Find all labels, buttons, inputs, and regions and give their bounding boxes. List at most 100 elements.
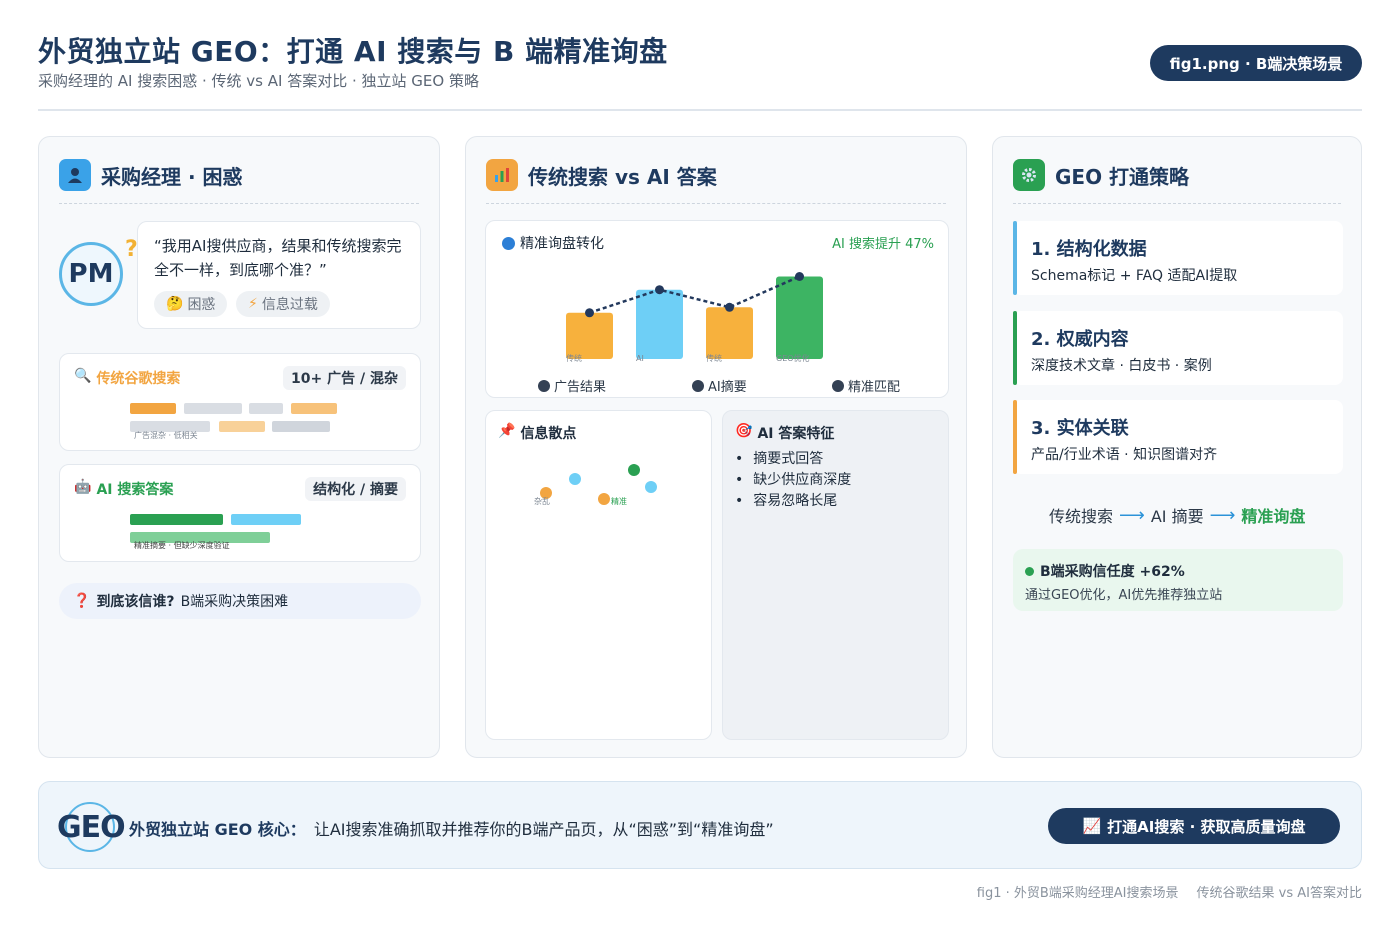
structured-tag: 结构化 / 摘要 <box>305 477 406 501</box>
divider <box>1013 203 1341 204</box>
chart-bar <box>636 289 683 359</box>
legend-label: AI摘要 <box>708 380 747 395</box>
scatter-dot <box>598 493 610 505</box>
strategy-step-entity-linking: 3. 实体关联 产品/行业术语 · 知识图谱对齐 <box>1013 400 1343 474</box>
step-desc: 产品/行业术语 · 知识图谱对齐 <box>1031 447 1218 463</box>
page-title: 外贸独立站 GEO：打通 AI 搜索与 B 端精准询盘 <box>38 35 668 68</box>
box-title-text: 信息散点 <box>520 426 577 442</box>
scatter-dot <box>569 473 581 485</box>
search-flow: 传统搜索 ⟶ AI 摘要 ⟶ 精准询盘 <box>1049 503 1305 527</box>
chart-bar <box>776 276 823 359</box>
question-icon: ❓ <box>73 593 91 609</box>
trust-highlight: B端采购信任度 +62% 通过GEO优化，AI优先推荐独立站 <box>1013 549 1343 611</box>
get-inquiries-button[interactable]: 📈 打通AI搜索 · 获取高质量询盘 <box>1048 808 1340 844</box>
search-comparison-card: 传统搜索 vs AI 答案 精准询盘转化 AI 搜索提升 47% 传统 AI 传统 G… <box>465 136 967 758</box>
ai-features-title: 🎯 AI 答案特征 <box>735 423 834 443</box>
target-icon: 🎯 <box>735 423 753 439</box>
ai-answer-box: 🤖 AI 搜索答案 结构化 / 摘要 精准摘要 · 但缺少深度验证 <box>59 464 421 562</box>
who-to-trust-banner: ❓ 到底该信谁? B端采购决策困难 <box>59 583 421 619</box>
trend-point <box>655 285 664 295</box>
legend-dot <box>692 379 704 392</box>
summary-bar <box>231 514 301 525</box>
card-title: GEO 打通策略 <box>1055 164 1190 189</box>
arrow-right-icon: ⟶ <box>1119 504 1145 526</box>
info-scatter-title: 📌 信息散点 <box>498 423 576 443</box>
caption-right: 传统谷歌结果 vs AI答案对比 <box>1196 886 1362 901</box>
legend-ai-summary: AI摘要 <box>692 376 747 395</box>
card-header: GEO 打通策略 <box>1013 159 1189 191</box>
step-title: 1. 结构化数据 <box>1031 239 1147 260</box>
chart-bar <box>706 307 753 359</box>
box-title-text: AI 答案特征 <box>757 426 835 442</box>
trend-point <box>585 308 594 318</box>
figure-badge: fig1.png · B端决策场景 <box>1150 45 1362 81</box>
question-bold: 到底该信谁? <box>96 594 175 610</box>
arrow-right-icon: ⟶ <box>1209 504 1236 526</box>
quote-text: “我用AI搜供应商，结果和传统搜索完全不一样，到底哪个准？” <box>154 237 402 279</box>
summary-bar <box>130 514 223 525</box>
step-accent <box>1013 311 1017 385</box>
ai-features-list: 摘要式回答 缺少供应商深度 容易忽略长尾 <box>735 449 851 512</box>
legend-label: 广告结果 <box>554 380 607 395</box>
ai-features-box: 🎯 AI 答案特征 摘要式回答 缺少供应商深度 容易忽略长尾 <box>722 410 949 740</box>
trend-up-icon: 📈 <box>1082 817 1102 835</box>
header-divider <box>38 109 1362 111</box>
trend-point <box>795 272 804 281</box>
legend-ads: 广告结果 <box>538 376 606 395</box>
person-icon <box>59 159 91 191</box>
ad-bar <box>219 421 265 432</box>
question-text: B端采购决策困难 <box>180 594 289 610</box>
card-header: 采购经理 · 困惑 <box>59 159 243 191</box>
traditional-search-title: 🔍 传统谷歌搜索 <box>74 368 180 388</box>
card-header: 传统搜索 vs AI 答案 <box>486 159 717 191</box>
confused-chip: 🤔 困惑 <box>154 291 228 317</box>
lightning-icon: ⚡ <box>248 296 258 312</box>
list-item: 容易忽略长尾 <box>735 491 851 512</box>
overload-chip: ⚡ 信息过载 <box>236 291 330 317</box>
figure-caption: fig1 · 外贸B端采购经理AI搜索场景 传统谷歌结果 vs AI答案对比 <box>977 882 1362 901</box>
scatter-label-precise: 精准 <box>611 497 627 506</box>
category-label: 传统 <box>706 353 722 363</box>
avatar: PM <box>59 242 123 306</box>
ad-bar <box>291 403 337 414</box>
purchasing-manager-card: 采购经理 · 困惑 PM ? “我用AI搜供应商，结果和传统搜索完全不一样，到底… <box>38 136 440 758</box>
legend-dot <box>538 379 550 392</box>
step-accent <box>1013 400 1017 474</box>
step-desc: 深度技术文章 · 白皮书 · 案例 <box>1031 358 1212 374</box>
core-message-text: 让AI搜索准确抓取并推荐你的B端产品页，从“困惑”到“精准询盘” <box>313 820 774 839</box>
card-title: 传统搜索 vs AI 答案 <box>528 164 717 189</box>
trend-point <box>725 302 734 312</box>
thinking-face-icon: 🤔 <box>166 296 184 312</box>
strategy-step-structured-data: 1. 结构化数据 Schema标记 + FAQ 适配AI提取 <box>1013 221 1343 295</box>
gear-icon <box>1013 159 1045 191</box>
question-mark-icon: ? <box>125 237 138 262</box>
scatter-label-messy: 杂乱 <box>534 497 550 506</box>
strategy-step-authority-content: 2. 权威内容 深度技术文章 · 白皮书 · 案例 <box>1013 311 1343 385</box>
result-bar <box>249 403 283 414</box>
trend-line <box>589 275 801 314</box>
page-subtitle: 采购经理的 AI 搜索困惑 · 传统 vs AI 答案对比 · 独立站 GEO … <box>38 72 479 90</box>
box-title-text: 传统谷歌搜索 <box>96 371 181 387</box>
ads-tag: 10+ 广告 / 混杂 <box>283 366 406 390</box>
flow-step: AI 摘要 <box>1150 507 1204 526</box>
category-label: GEO优化 <box>776 353 810 363</box>
result-bar <box>272 421 330 432</box>
flow-step: 传统搜索 <box>1049 507 1114 526</box>
green-dot-icon <box>1025 566 1034 576</box>
conversion-chart-box: 精准询盘转化 AI 搜索提升 47% 传统 AI 传统 GEO优化 广告结果 AI摘要… <box>485 220 949 398</box>
chart-bar <box>566 312 613 359</box>
chart-icon <box>486 159 518 191</box>
core-message-lead: 外贸独立站 GEO 核心： <box>129 820 306 839</box>
result-bar <box>184 403 242 414</box>
info-scatter-box: 📌 信息散点 杂乱 精准 <box>485 410 712 740</box>
caption-left: fig1 · 外贸B端采购经理AI搜索场景 <box>976 886 1179 901</box>
card-title: 采购经理 · 困惑 <box>101 164 243 189</box>
conversion-bar-chart: 传统 AI 传统 GEO优化 <box>566 272 823 363</box>
ai-caption: 精准摘要 · 但缺少深度验证 <box>134 541 230 550</box>
divider <box>486 203 946 204</box>
step-desc: Schema标记 + FAQ 适配AI提取 <box>1031 268 1238 284</box>
step-title: 3. 实体关联 <box>1031 418 1129 439</box>
magnifier-icon: 🔍 <box>74 368 92 384</box>
trust-desc: 通过GEO优化，AI优先推荐独立站 <box>1025 588 1223 603</box>
button-label: 打通AI搜索 · 获取高质量询盘 <box>1107 817 1306 836</box>
